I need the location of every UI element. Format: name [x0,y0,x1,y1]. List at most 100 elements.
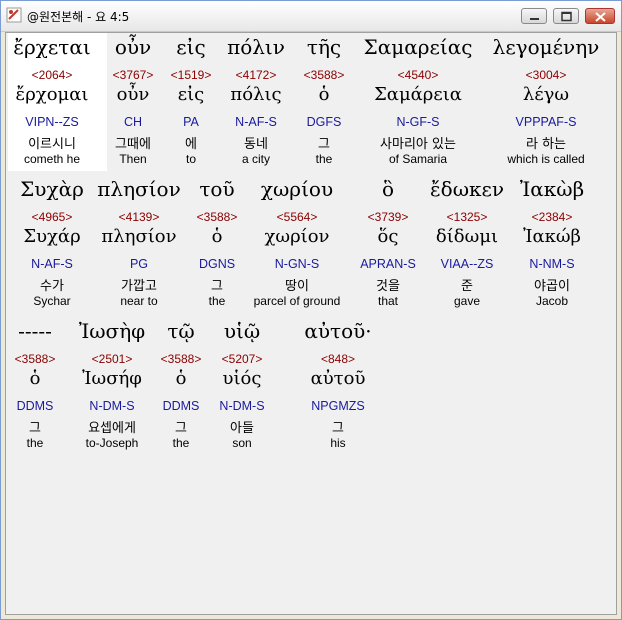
english-gloss: to [185,152,197,166]
greek-word: τῷ [167,319,195,343]
minimize-button[interactable] [521,8,547,24]
parsing-code: N-AF-S [31,257,73,271]
english-gloss: his [330,436,346,450]
title-bar[interactable]: @원전본해 - 요 4:5 [1,1,621,32]
greek-word: ----- [18,319,52,343]
lemma: Ἰακώβ [523,226,581,247]
maximize-button[interactable] [553,8,579,24]
english-gloss: cometh he [23,152,81,166]
strong-number: <3588> [14,352,56,366]
strong-number: <4540> [397,68,439,82]
lemma: ὁ [318,84,330,105]
korean-gloss: 야곱이 [534,279,570,294]
lemma: χωρίον [264,226,330,247]
lemma: ὁ [29,368,41,389]
verse-line: Συχὰρ <4965> Συχάρ N-AF-S 수가 Sychar πλησίον <41… [6,175,618,315]
lemma: εἰς [177,84,205,105]
app-icon [6,7,22,23]
greek-word: Ἰακὼβ [519,177,585,201]
parsing-code: N-DM-S [219,399,265,413]
strong-number: <1325> [446,210,488,224]
korean-gloss: 가깝고 [121,279,157,294]
greek-word: ὃ [381,177,395,201]
greek-word: τῆς [306,35,342,59]
parsing-code: VIPN--ZS [25,115,79,129]
english-gloss: son [232,436,252,450]
strong-number: <1519> [170,68,212,82]
parsing-code: CH [123,115,143,129]
parsing-code: DDMS [162,399,200,413]
strong-number: <4172> [235,68,277,82]
korean-gloss: 것을 [376,279,400,294]
lemma: ὁ [211,226,223,247]
korean-gloss: 수가 [40,279,64,294]
korean-gloss: 준 [461,279,473,294]
parsing-code: NPGMZS [311,399,365,413]
parsing-code: PG [129,257,149,271]
korean-gloss: 그 [29,421,41,436]
english-gloss: which is called [507,152,585,166]
english-gloss: the [172,436,190,450]
parsing-code: APRAN-S [360,257,416,271]
english-gloss: a city [241,152,271,166]
minimize-icon [530,18,539,20]
verse-panel: ἔρχεται <2064> ἔρχομαι VIPN--ZS 이르시니 cometh h… [5,32,617,615]
greek-word: Ἰωσὴφ [78,319,146,343]
verse-line: ----- <3588> ὁ DDMS 그 the Ἰωσὴφ <2501> Ἰωσήφ N-DM… [6,317,618,457]
verse-line: ἔρχεται <2064> ἔρχομαι VIPN--ZS 이르시니 cometh h… [6,33,618,173]
greek-word: οὖν [114,35,152,59]
parsing-code: DGFS [306,115,342,129]
korean-gloss: 라 하는 [525,137,567,152]
greek-word: υἱῷ [223,319,261,343]
parsing-code: PA [183,115,199,129]
english-gloss: the [315,152,333,166]
english-gloss: gave [453,294,481,308]
lemma: λέγω [522,84,570,105]
parsing-code: N-GF-S [396,115,440,129]
strong-number: <2384> [531,210,573,224]
close-button[interactable] [585,8,615,24]
greek-word: ἔρχεται [13,35,91,59]
greek-word: πλησίον [97,177,181,201]
strong-number: <2501> [91,352,133,366]
lemma: Σαμάρεια [374,84,462,105]
korean-gloss: 땅이 [285,279,309,294]
strong-number: <3739> [367,210,409,224]
parsing-code: DDMS [16,399,54,413]
strong-number: <3588> [196,210,238,224]
strong-number: <848> [320,352,356,366]
greek-word: αὐτοῦ· [304,319,372,343]
korean-gloss: 그 [318,137,330,152]
korean-gloss: 그때에 [115,137,151,152]
strong-number: <3767> [112,68,154,82]
strong-number: <3588> [160,352,202,366]
english-gloss: Then [119,152,147,166]
strong-number: <3004> [525,68,567,82]
korean-gloss: 그 [175,421,187,436]
korean-gloss: 아들 [230,421,254,436]
maximize-icon [561,11,572,22]
greek-word: εἰς [176,35,206,59]
greek-word: πόλιν [227,35,285,59]
english-gloss: the [26,436,44,450]
greek-word: Σαμαρείας [363,35,473,59]
lemma: υἱός [222,368,262,389]
greek-word: Συχὰρ [20,177,84,201]
english-gloss: Jacob [535,294,569,308]
korean-gloss: 동네 [244,137,268,152]
korean-gloss: 그 [332,421,344,436]
app-window: @원전본해 - 요 4:5 ἔρχεται <2064> ἔρχομαι VIPN--… [0,0,622,620]
lemma: ἔρχομαι [15,84,89,105]
strong-number: <2064> [31,68,73,82]
strong-number: <4965> [31,210,73,224]
parsing-code: N-AF-S [235,115,277,129]
parsing-code: VPPPAF-S [515,115,577,129]
english-gloss: the [208,294,226,308]
parsing-code: DGNS [198,257,236,271]
english-gloss: Sychar [33,294,71,308]
parsing-code: VIAA--ZS [440,257,494,271]
lemma: αὐτοῦ [310,368,366,389]
parsing-code: N-GN-S [274,257,320,271]
korean-gloss: 이르시니 [28,137,76,152]
close-icon [595,12,606,22]
